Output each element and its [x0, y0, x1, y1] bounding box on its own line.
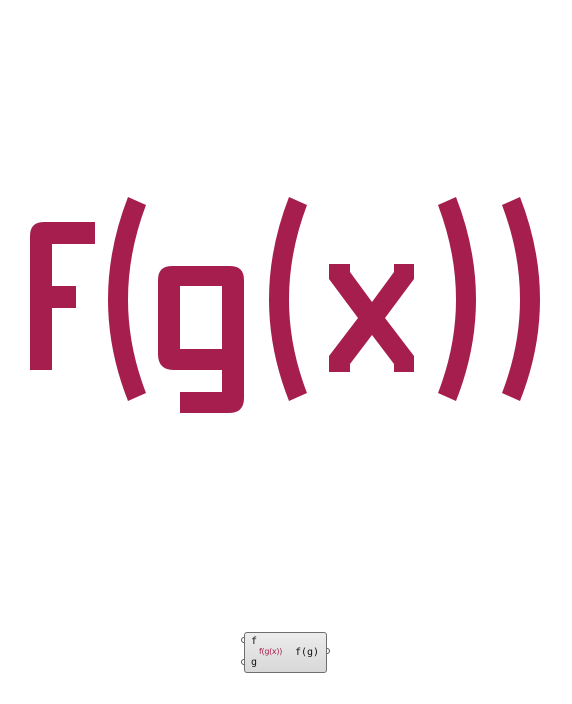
output-label: f(g)	[295, 647, 320, 658]
glyph-close-paren-1	[438, 197, 476, 401]
component-logo: f(g(x))	[259, 647, 283, 656]
compose-function-component[interactable]: f g f(g(x)) f(g)	[240, 632, 330, 676]
glyph-g	[158, 266, 244, 413]
glyph-x	[329, 264, 414, 372]
hero-glyphs	[30, 197, 540, 413]
glyph-open-paren-1	[108, 197, 146, 401]
glyph-f	[30, 222, 95, 370]
input-f-label: f	[251, 636, 258, 647]
glyph-close-paren-2	[502, 197, 540, 401]
glyph-open-paren-2	[269, 197, 307, 401]
input-g-label: g	[251, 657, 258, 668]
function-composition-graphic	[30, 197, 540, 413]
